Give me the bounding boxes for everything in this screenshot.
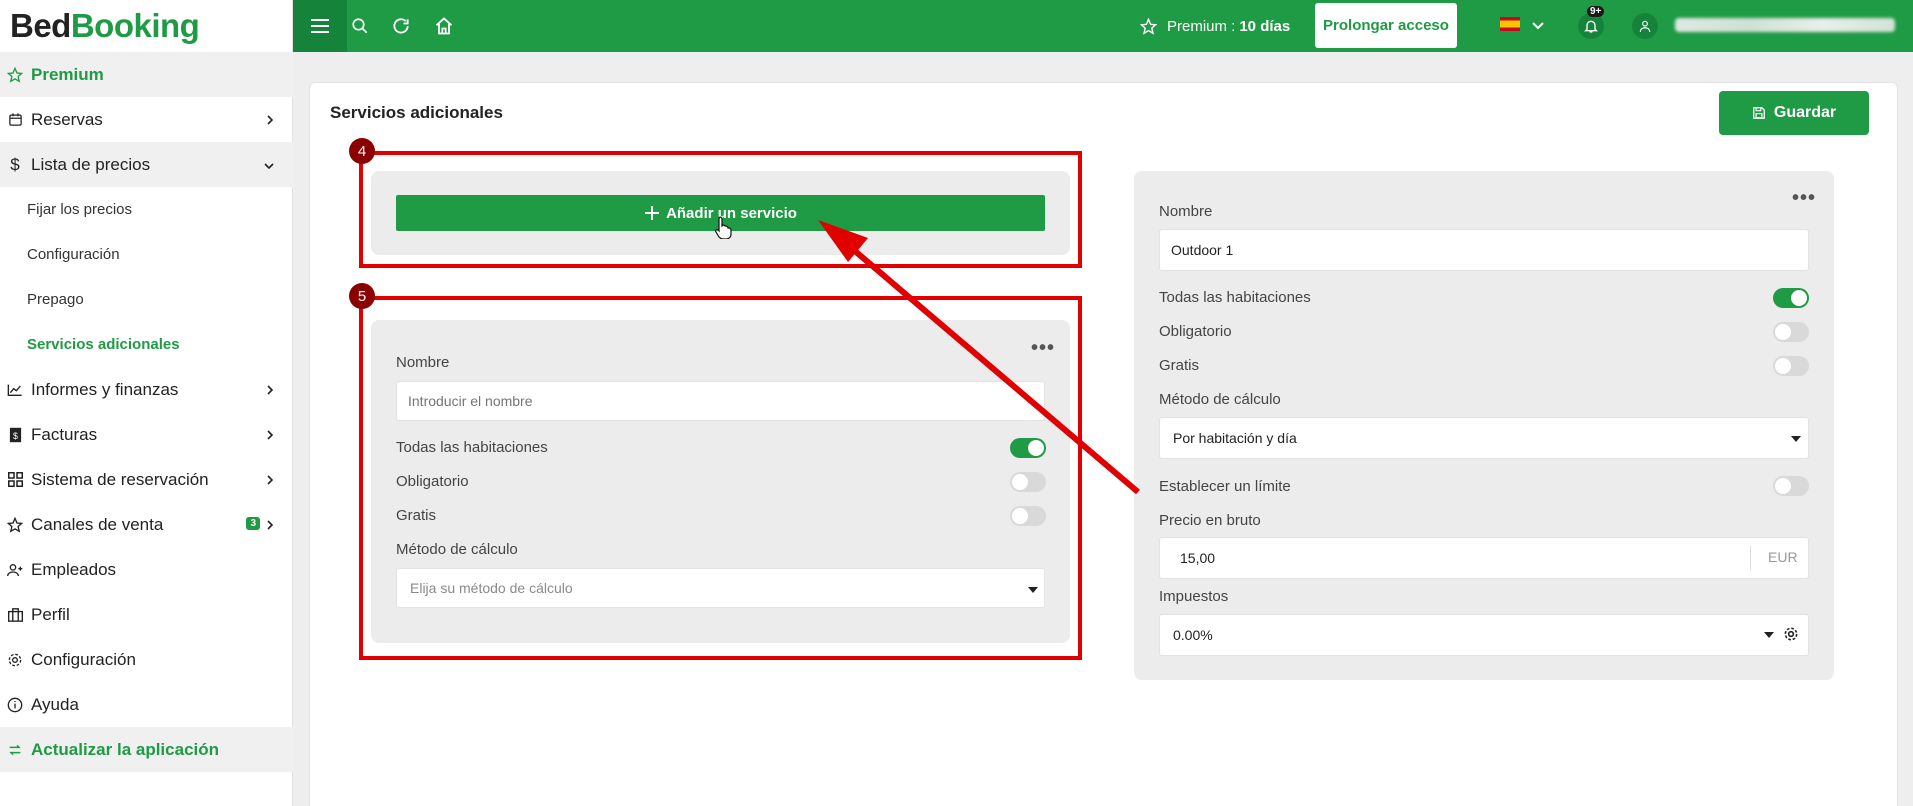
annotation-arrow xyxy=(818,220,1140,495)
hand-cursor-icon xyxy=(714,215,732,244)
arrow-line xyxy=(840,237,1140,495)
